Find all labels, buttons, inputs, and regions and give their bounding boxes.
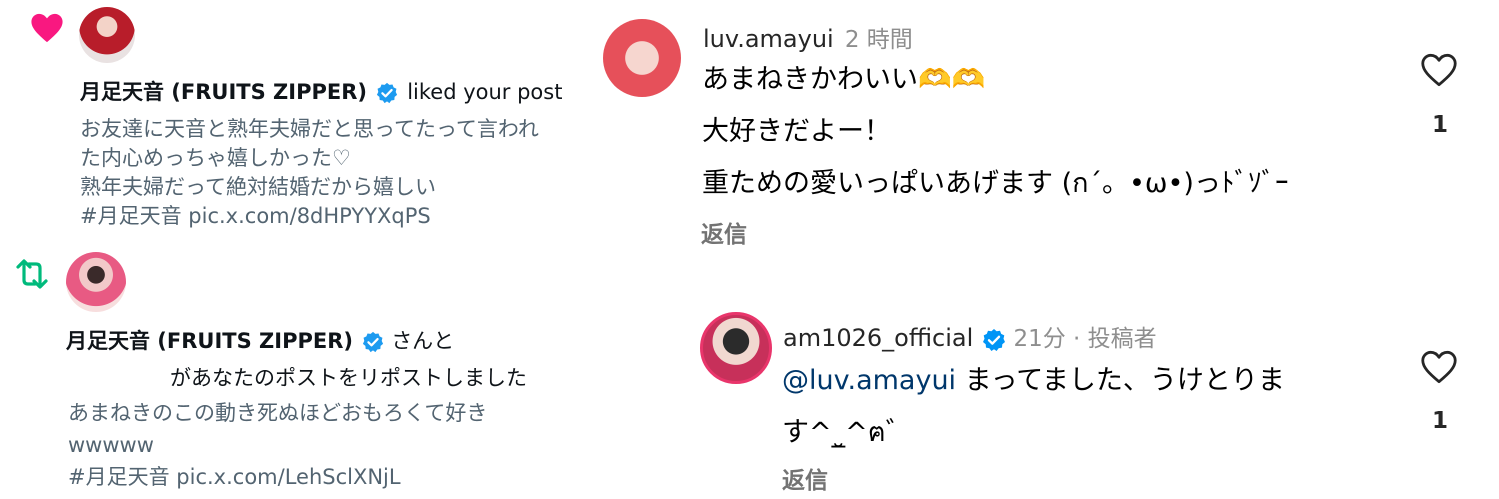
post-line: あまねきのこの動き死ぬほどおもろくて好き	[68, 401, 488, 425]
comment-line: す^_̮^ฅ゛	[782, 417, 913, 448]
hashtag[interactable]: #月足天音	[68, 465, 176, 489]
comment-line: @luv.amayui まってました、うけとりま	[782, 355, 1285, 407]
comment: luv.amayui 2 時間 あまねきかわいい🫶🫶 大好きだよー！ 重ための愛…	[600, 0, 1499, 290]
user-name[interactable]: 月足天音 (FRUITS ZIPPER)	[80, 80, 367, 104]
like-notification[interactable]: 月足天音 (FRUITS ZIPPER) liked your post お友達…	[0, 0, 600, 245]
repost-icon	[16, 259, 48, 289]
comment-body: あまねきかわいい🫶🫶 大好きだよー！ 重ための愛いっぱいあげます (ก´。•ω•…	[702, 54, 1288, 210]
post-line-tags: #月足天音 pic.x.com/LehSclXNjL	[68, 461, 487, 493]
like-heart-icon[interactable]	[1420, 350, 1458, 384]
notification-action: さんと	[391, 329, 455, 353]
comment-header: am1026_official 21分 · 投稿者	[783, 319, 1157, 353]
heart-icon	[31, 13, 63, 43]
mention-link[interactable]: @luv.amayui	[782, 365, 956, 396]
comment-username[interactable]: luv.amayui	[703, 25, 834, 53]
notification-action-cont: があなたのポストをリポストしました	[170, 366, 527, 390]
notification-header: 月足天音 (FRUITS ZIPPER) さんと	[66, 325, 454, 355]
avatar[interactable]	[79, 7, 135, 63]
hashtag[interactable]: #月足天音	[80, 204, 188, 228]
post-preview[interactable]: あまねきのこの動き死ぬほどおもろくて好き wwwww #月足天音 pic.x.c…	[68, 397, 487, 493]
verified-badge-icon	[377, 82, 398, 103]
comment-time: 21分 · 投稿者	[1013, 326, 1157, 352]
post-line-tags: #月足天音 pic.x.com/8dHPYYXqPS	[80, 202, 539, 231]
media-link[interactable]: pic.x.com/8dHPYYXqPS	[188, 204, 430, 228]
post-preview[interactable]: お友達に天音と熟年夫婦だと思ってたって言われ た内心めっちゃ嬉しかった♡ 熟年夫…	[80, 115, 539, 231]
like-count: 1	[1432, 112, 1449, 138]
media-link[interactable]: pic.x.com/LehSclXNjL	[176, 465, 400, 489]
comment-header: luv.amayui 2 時間	[703, 20, 913, 54]
comment-body: @luv.amayui まってました、うけとりま す^_̮^ฅ゛	[782, 355, 1285, 459]
reply-button[interactable]: 返信	[701, 215, 747, 249]
comment-line: あまねきかわいい🫶🫶	[702, 64, 986, 95]
avatar[interactable]	[66, 252, 126, 312]
like-count: 1	[1432, 408, 1449, 434]
verified-badge-icon	[363, 331, 384, 352]
notification-header: 月足天音 (FRUITS ZIPPER) liked your post	[80, 76, 562, 106]
post-line: wwwww	[68, 433, 154, 457]
like-heart-icon[interactable]	[1420, 53, 1458, 87]
post-line: た内心めっちゃ嬉しかった♡	[80, 146, 351, 170]
comment-username[interactable]: am1026_official	[783, 324, 973, 352]
comment-text: まってました、うけとりま	[956, 365, 1285, 396]
comment-line: 大好きだよー！	[702, 116, 891, 147]
post-line: 熟年夫婦だって絶対結婚だから嬉しい	[80, 175, 436, 199]
post-line: お友達に天音と熟年夫婦だと思ってたって言われ	[80, 117, 539, 141]
repost-notification[interactable]: 月足天音 (FRUITS ZIPPER) さんと があなたのポストをリポストしま…	[0, 245, 600, 499]
reply-button[interactable]: 返信	[782, 461, 828, 495]
screenshot-root: 月足天音 (FRUITS ZIPPER) liked your post お友達…	[0, 0, 1499, 499]
avatar[interactable]	[700, 312, 772, 384]
comment-time: 2 時間	[844, 27, 913, 53]
user-name[interactable]: 月足天音 (FRUITS ZIPPER)	[66, 329, 353, 353]
comment-line: 重ための愛いっぱいあげます (ก´。•ω•)っﾄﾞｿﾞｰ	[702, 168, 1289, 199]
verified-badge-icon	[983, 328, 1006, 351]
notification-action: liked your post	[407, 80, 563, 104]
comment: am1026_official 21分 · 投稿者 @luv.amayui まっ…	[600, 290, 1499, 499]
avatar[interactable]	[603, 19, 681, 97]
